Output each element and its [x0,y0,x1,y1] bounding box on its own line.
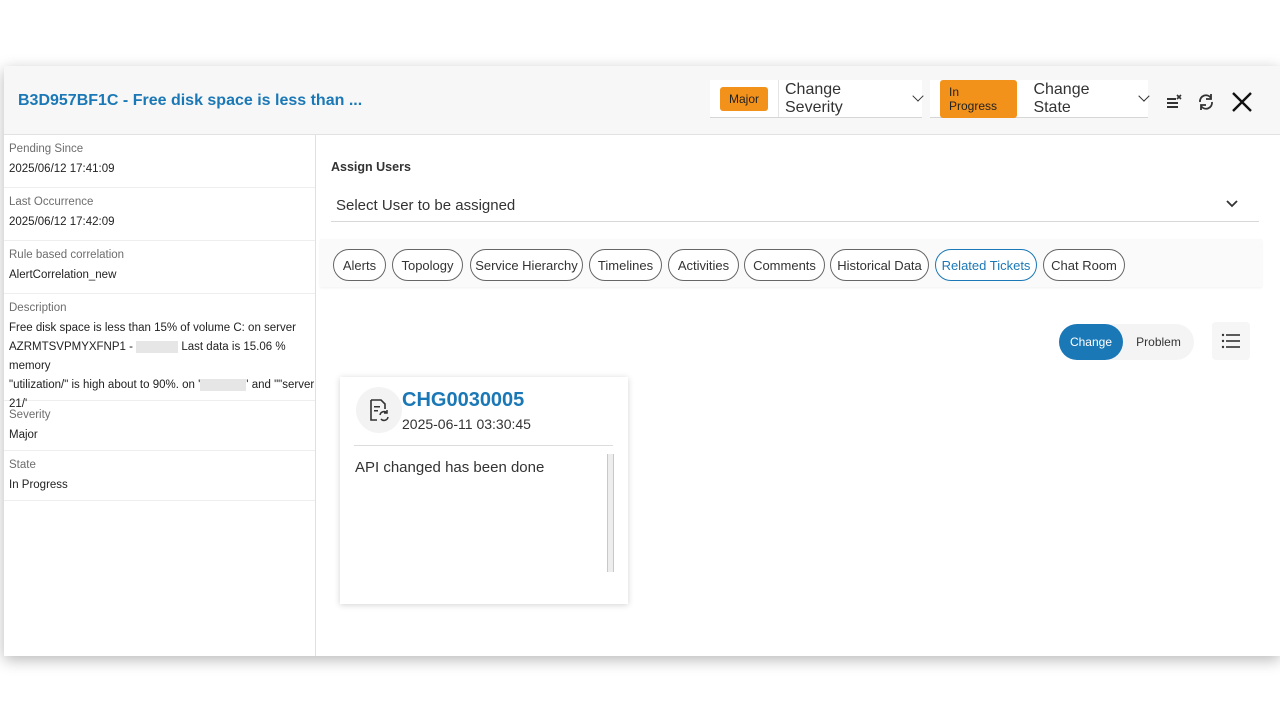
field-label: Pending Since [9,143,84,155]
field-value: In Progress [9,479,68,491]
field-value: 2025/06/12 17:42:09 [9,216,115,228]
last-occurrence-field: Last Occurrence 2025/06/12 17:42:09 [4,188,315,241]
assign-user-placeholder[interactable]: Select User to be assigned [336,197,515,214]
chevron-down-icon[interactable] [1225,196,1239,214]
state-control: In Progress Change State [930,79,1150,118]
field-value: 2025/06/12 17:41:09 [9,163,115,175]
tab-alerts[interactable]: Alerts [333,249,386,281]
ticket-description: API changed has been done [355,459,545,476]
redacted-block [136,340,179,353]
tab-related-tickets[interactable]: Related Tickets [935,249,1037,281]
field-value: Major [9,429,38,441]
change-state-dropdown[interactable]: Change State [1033,81,1128,117]
tab-chat-room[interactable]: Chat Room [1043,249,1125,281]
chevron-down-icon[interactable] [912,90,924,102]
description-text: Free disk space is less than 15% of volu… [9,319,315,414]
field-label: Rule based correlation [9,249,125,261]
problem-toggle-button[interactable]: Problem [1123,324,1194,360]
tab-topology[interactable]: Topology [392,249,463,281]
description-field: Description Free disk space is less than… [4,294,315,410]
clear-filter-icon[interactable] [1164,92,1184,117]
list-view-icon[interactable] [1212,322,1250,360]
close-icon[interactable] [1230,90,1254,119]
tab-bar: Alerts Topology Service Hierarchy Timeli… [320,239,1262,287]
field-label: Description [9,302,67,314]
change-severity-dropdown[interactable]: Change Severity [785,81,902,117]
alert-title: B3D957BF1C - Free disk space is less tha… [18,92,363,109]
ticket-number-link[interactable]: CHG0030005 [402,389,524,412]
description-line: "utilization/" is high about to 90%. on … [9,378,315,391]
field-label: Last Occurrence [9,196,94,208]
severity-field: Severity Major [4,401,315,451]
description-line: AZRMTSVPMYXFNP1 - Last data is 15.06 % m… [9,340,286,372]
field-value: AlertCorrelation_new [9,269,117,281]
description-line: Free disk space is less than 15% of volu… [9,322,296,334]
divider [354,445,613,446]
chevron-down-icon[interactable] [1138,90,1150,102]
tab-comments[interactable]: Comments [744,249,825,281]
severity-control: Major Change Severity [710,80,924,118]
tab-service-hierarchy[interactable]: Service Hierarchy [470,249,583,281]
divider [778,80,779,117]
severity-badge: Major [720,86,769,111]
alert-detail-panel: B3D957BF1C - Free disk space is less tha… [4,66,1280,656]
assign-user-select[interactable]: Select User to be assigned [331,183,1259,222]
scrollbar[interactable] [607,454,614,572]
pending-since-field: Pending Since 2025/06/12 17:41:09 [4,135,315,188]
assign-users-title: Assign Users [331,160,411,174]
header-bar: B3D957BF1C - Free disk space is less tha… [4,66,1280,135]
tab-historical-data[interactable]: Historical Data [830,249,929,281]
ticket-date: 2025-06-11 03:30:45 [402,416,531,432]
tab-timelines[interactable]: Timelines [589,249,662,281]
tab-activities[interactable]: Activities [668,249,739,281]
field-label: Severity [9,409,51,421]
field-label: State [9,459,36,471]
state-field: State In Progress [4,451,315,501]
ticket-card[interactable]: CHG0030005 2025-06-11 03:30:45 API chang… [340,377,628,604]
change-request-icon [356,387,402,433]
main-content: Assign Users Select User to be assigned … [316,135,1280,656]
refresh-icon[interactable] [1196,92,1216,117]
ticket-type-toggle: Change Problem [1059,324,1194,360]
redacted-block [200,378,247,391]
rule-correlation-field: Rule based correlation AlertCorrelation_… [4,241,315,294]
change-toggle-button[interactable]: Change [1059,324,1123,360]
state-badge: In Progress [940,79,1018,118]
alert-details-sidebar: Pending Since 2025/06/12 17:41:09 Last O… [4,135,316,656]
